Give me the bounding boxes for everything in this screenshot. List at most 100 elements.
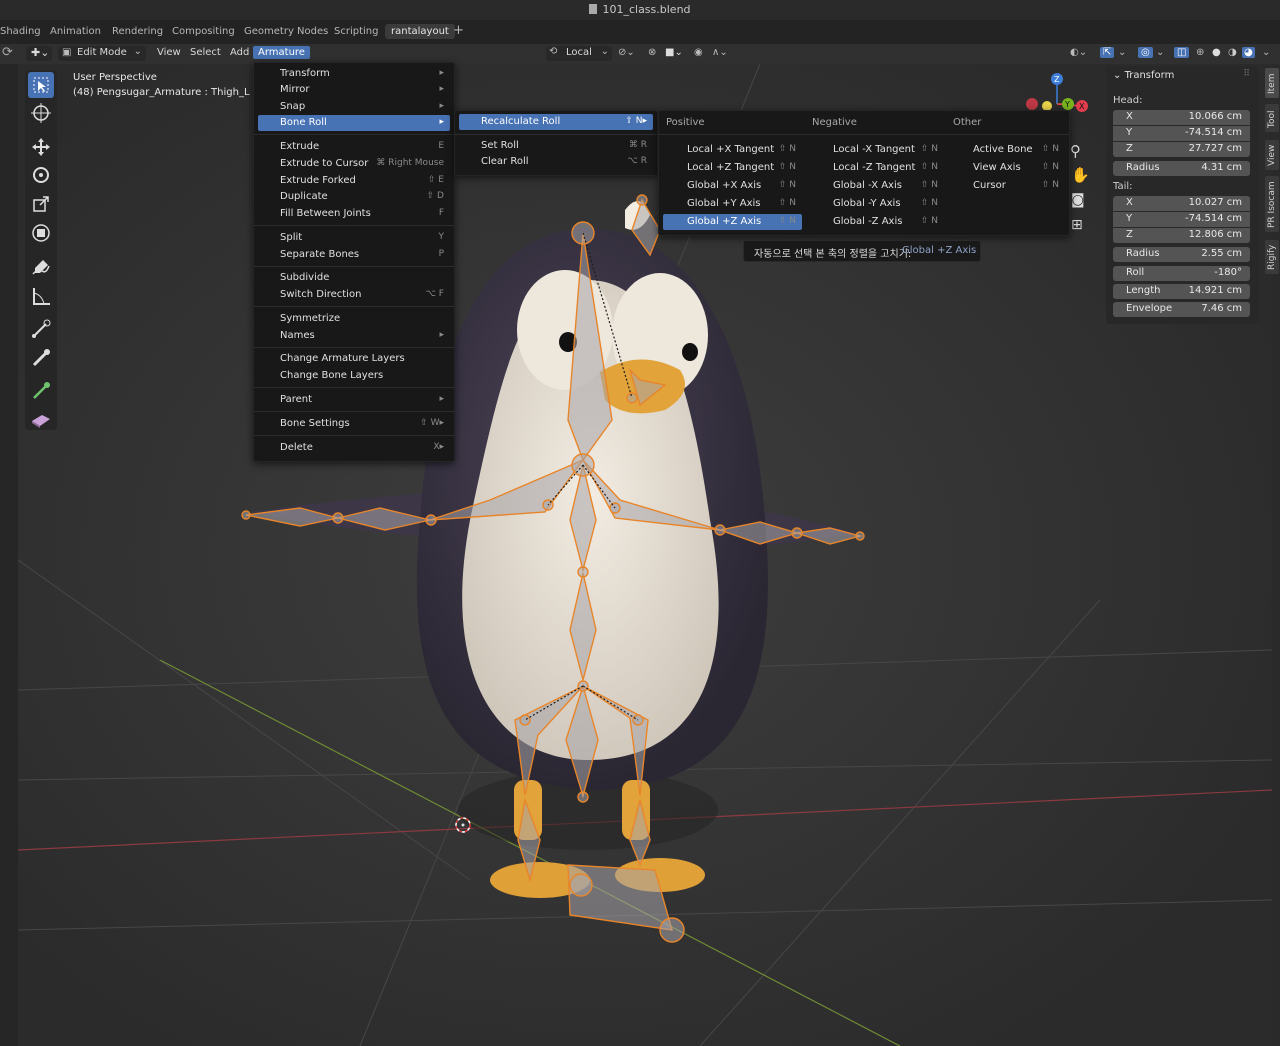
menu-item-cursor[interactable]: Cursor ⇧ N [949, 178, 1065, 194]
menu-item-global-pos-x-axis[interactable]: Global +X Axis ⇧ N [663, 178, 802, 194]
editor-type-icon[interactable]: ⟳ [2, 45, 13, 60]
tail-radius-field[interactable]: Radius 2.55 cm [1113, 247, 1250, 262]
xray-icon[interactable]: ◫ [1174, 47, 1190, 58]
annotate-tool[interactable] [28, 254, 54, 280]
menu-armature[interactable]: Armature [253, 46, 310, 59]
cursor-tool[interactable] [28, 100, 54, 126]
snap-icon[interactable]: ⊗ [648, 47, 656, 58]
tab-geometry-nodes[interactable]: Geometry Nodes [244, 26, 328, 37]
menu-item-bone-roll[interactable]: Bone Roll ▸ [258, 115, 450, 131]
menu-item-set-roll[interactable]: Set Roll ⌘ R [459, 138, 653, 154]
sidebar-tab-item[interactable]: Item [1265, 68, 1279, 98]
sidebar-tab-view[interactable]: View [1265, 140, 1279, 170]
menu-item-global-neg-x-axis[interactable]: Global -X Axis ⇧ N [809, 178, 944, 194]
envelope-field[interactable]: Envelope 7.46 cm [1113, 302, 1250, 317]
proportional-edit-icon[interactable]: ◉ [694, 47, 703, 58]
menu-item-extrude-to-cursor[interactable]: Extrude to Cursor ⌘ Right Mouse [258, 156, 450, 172]
select-box-tool[interactable] [28, 72, 54, 98]
sidebar-tab-tool[interactable]: Tool [1265, 104, 1279, 132]
menu-item-recalculate-roll[interactable]: Recalculate Roll ⇧ N▸ [459, 114, 653, 130]
material-shading-icon[interactable]: ◑ [1228, 47, 1237, 58]
chevron-down-icon[interactable]: ⌄ [1118, 47, 1126, 58]
wireframe-shading-icon[interactable]: ⊕ [1196, 47, 1204, 58]
roll-field[interactable]: Roll -180° [1113, 266, 1250, 281]
menu-item-separate-bones[interactable]: Separate Bones P [258, 247, 450, 263]
tail-z-field[interactable]: Z 12.806 cm [1113, 228, 1250, 243]
menu-item-fill-between-joints[interactable]: Fill Between Joints F [258, 206, 450, 222]
move-tool[interactable] [28, 134, 54, 160]
menu-item-names[interactable]: Names ▸ [258, 328, 450, 344]
drag-handle-icon[interactable]: ⠿ [1243, 69, 1250, 79]
chevron-down-icon[interactable]: ⌄ [1262, 47, 1270, 58]
menu-item-bone-settings[interactable]: Bone Settings ⇧ W▸ [258, 416, 450, 432]
menu-item-extrude[interactable]: Extrude E [258, 139, 450, 155]
length-field[interactable]: Length 14.921 cm [1113, 284, 1250, 299]
menu-item-mirror[interactable]: Mirror ▸ [258, 82, 450, 98]
menu-item-delete[interactable]: Delete X▸ [258, 440, 450, 456]
menu-item-local-neg-x-tangent[interactable]: Local -X Tangent ⇧ N [809, 142, 944, 158]
head-y-field[interactable]: Y -74.514 cm [1113, 126, 1250, 141]
extrude-bone-tool[interactable] [28, 406, 54, 432]
sidebar-tab-pr-isocam[interactable]: PR Isocam [1265, 176, 1279, 232]
sidebar-tab-rigify[interactable]: Rigify [1265, 240, 1279, 274]
menu-view[interactable]: View [157, 47, 181, 58]
falloff-icon[interactable]: ∧⌄ [712, 47, 728, 58]
transform-orientation-dropdown[interactable]: ⟲ Local ⌄ [546, 46, 612, 61]
tab-compositing[interactable]: Compositing [172, 26, 235, 37]
tail-y-field[interactable]: Y -74.514 cm [1113, 212, 1250, 227]
menu-item-symmetrize[interactable]: Symmetrize [258, 311, 450, 327]
tab-rantalayout[interactable]: rantalayout [385, 24, 455, 39]
menu-item-local-pos-x-tangent[interactable]: Local +X Tangent ⇧ N [663, 142, 802, 158]
menu-item-global-neg-y-axis[interactable]: Global -Y Axis ⇧ N [809, 196, 944, 212]
menu-item-global-neg-z-axis[interactable]: Global -Z Axis ⇧ N [809, 214, 944, 230]
menu-item-local-pos-z-tangent[interactable]: Local +Z Tangent ⇧ N [663, 160, 802, 176]
tab-animation[interactable]: Animation [50, 26, 101, 37]
mode-selector[interactable]: ▣ Edit Mode ⌄ [58, 46, 146, 61]
head-x-field[interactable]: X 10.066 cm [1113, 110, 1250, 125]
3d-viewport[interactable] [18, 64, 1272, 1046]
head-z-field[interactable]: Z 27.727 cm [1113, 142, 1250, 157]
visibility-icon[interactable]: ◐⌄ [1070, 47, 1087, 58]
menu-item-change-armature-layers[interactable]: Change Armature Layers [258, 351, 450, 367]
menu-item-parent[interactable]: Parent ▸ [258, 392, 450, 408]
extrude-tool[interactable] [28, 378, 54, 404]
pan-hand-icon[interactable]: ✋ [1071, 166, 1090, 184]
menu-item-view-axis[interactable]: View Axis ⇧ N [949, 160, 1065, 176]
snap-target-icon[interactable]: ■⌄ [665, 47, 683, 58]
menu-item-switch-direction[interactable]: Switch Direction ⌥ F [258, 287, 450, 303]
menu-item-clear-roll[interactable]: Clear Roll ⌥ R [459, 154, 653, 170]
menu-item-subdivide[interactable]: Subdivide [258, 270, 450, 286]
menu-add[interactable]: Add [230, 47, 249, 58]
panel-header[interactable]: ⌄ Transform [1113, 70, 1174, 81]
rotate-tool[interactable] [28, 162, 54, 188]
chevron-down-icon[interactable]: ⌄ [1156, 47, 1164, 58]
tool-settings-dropdown[interactable]: ✚⌄ [26, 46, 52, 61]
measure-tool[interactable] [28, 283, 54, 309]
solid-shading-icon[interactable]: ● [1212, 47, 1221, 58]
transform-tool[interactable] [28, 220, 54, 246]
grid-view-icon[interactable]: ⊞ [1071, 217, 1083, 233]
head-radius-field[interactable]: Radius 4.31 cm [1113, 161, 1250, 176]
add-workspace-icon[interactable]: + [453, 23, 464, 38]
menu-item-extrude-forked[interactable]: Extrude Forked ⇧ E [258, 173, 450, 189]
gizmo-toggle-icon[interactable]: ⇱ [1100, 47, 1115, 58]
menu-select[interactable]: Select [190, 47, 221, 58]
tail-x-field[interactable]: X 10.027 cm [1113, 196, 1250, 211]
zoom-icon[interactable]: ⚲ [1070, 142, 1081, 160]
tab-shading[interactable]: Shading [0, 26, 41, 37]
menu-item-snap[interactable]: Snap ▸ [258, 99, 450, 115]
bone-size-tool[interactable] [28, 345, 54, 371]
menu-item-change-bone-layers[interactable]: Change Bone Layers [258, 368, 450, 384]
menu-item-duplicate[interactable]: Duplicate ⇧ D [258, 189, 450, 205]
overlays-icon[interactable]: ◎ [1138, 47, 1153, 58]
menu-item-active-bone[interactable]: Active Bone ⇧ N [949, 142, 1065, 158]
camera-icon[interactable]: ◙ [1071, 192, 1085, 208]
tab-scripting[interactable]: Scripting [334, 26, 378, 37]
roll-tool[interactable] [28, 316, 54, 342]
rendered-shading-icon[interactable]: ◕ [1242, 47, 1255, 58]
menu-item-global-pos-z-axis[interactable]: Global +Z Axis ⇧ N [663, 214, 802, 230]
menu-item-global-pos-y-axis[interactable]: Global +Y Axis ⇧ N [663, 196, 802, 212]
pivot-icon[interactable]: ⊘⌄ [618, 47, 635, 58]
menu-item-local-neg-z-tangent[interactable]: Local -Z Tangent ⇧ N [809, 160, 944, 176]
menu-item-transform[interactable]: Transform ▸ [258, 66, 450, 82]
